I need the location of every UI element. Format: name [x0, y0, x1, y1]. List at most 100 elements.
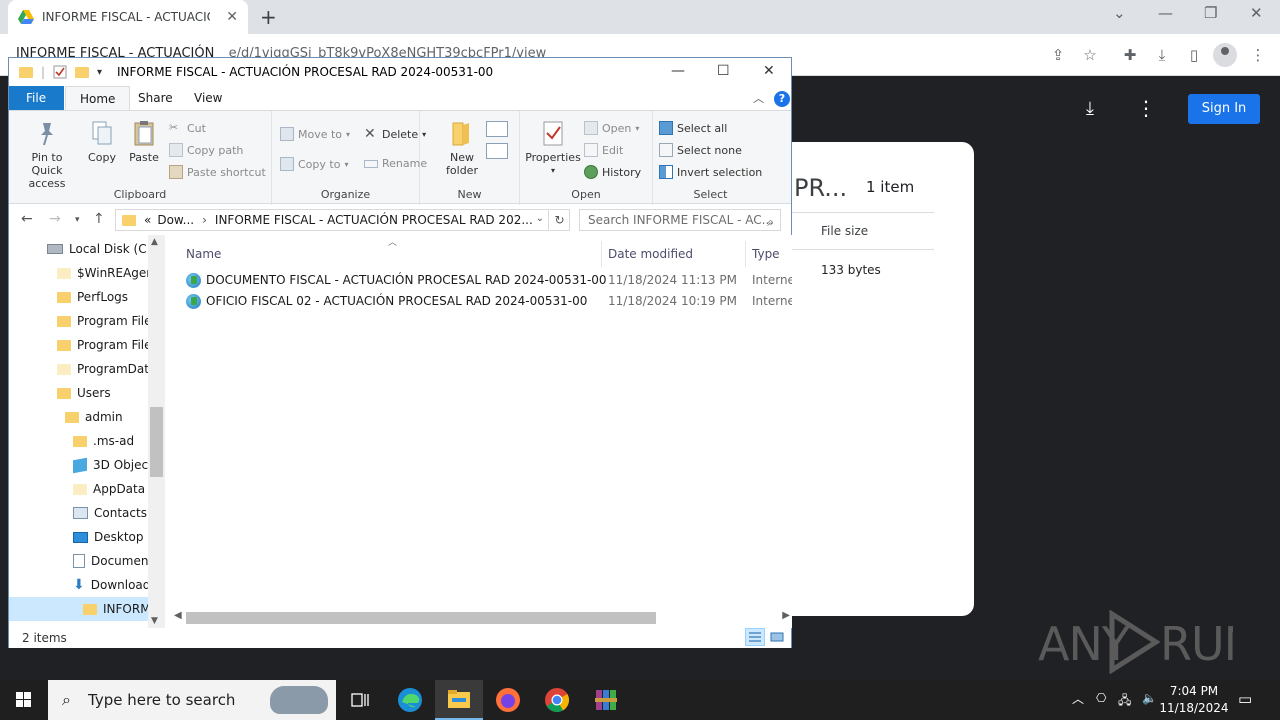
scroll-up-icon[interactable]: ▲ — [151, 237, 158, 247]
bookmark-star-icon[interactable]: ☆ — [1079, 44, 1101, 66]
column-separator[interactable] — [745, 241, 746, 267]
column-header-date-modified[interactable]: Date modified — [608, 247, 693, 261]
drive-download-icon[interactable]: ⤓ — [1086, 98, 1094, 119]
tab-share[interactable]: Share — [124, 86, 187, 110]
horizontal-scrollbar[interactable]: ◀ ▶ — [172, 609, 792, 626]
extensions-icon[interactable]: ✚ — [1119, 44, 1141, 66]
tab-file[interactable]: File — [9, 86, 64, 110]
share-icon[interactable]: ⇪ — [1047, 44, 1069, 66]
paste-shortcut-button[interactable]: Paste shortcut — [169, 165, 266, 179]
forward-arrow-icon[interactable]: → — [49, 211, 61, 227]
tree-item-contacts[interactable]: Contacts — [73, 501, 147, 525]
move-to-button[interactable]: Move to ▾ — [280, 127, 350, 141]
tree-item-ms-ad[interactable]: .ms-ad — [73, 429, 134, 453]
collapse-ribbon-icon[interactable]: ︿ — [753, 90, 764, 106]
new-folder-button[interactable]: New folder — [444, 119, 480, 177]
start-button[interactable] — [0, 680, 48, 720]
show-hidden-icons-icon[interactable]: ︿ — [1072, 690, 1084, 720]
volume-icon[interactable]: 🔈 — [1142, 691, 1157, 720]
browser-tab[interactable]: INFORME FISCAL - ACTUACIÓN ✕ — [8, 0, 248, 34]
copy-to-button[interactable]: Copy to ▾ — [280, 157, 348, 171]
new-tab-icon[interactable]: + — [260, 5, 277, 29]
column-header-type[interactable]: Type — [752, 247, 780, 261]
side-panel-icon[interactable]: ▯ — [1183, 44, 1205, 66]
navigation-pane-scrollbar[interactable]: ▲ ▼ — [148, 235, 165, 628]
rename-button[interactable]: Rename — [364, 157, 427, 170]
column-header-name[interactable]: Name — [186, 247, 221, 261]
up-arrow-icon[interactable]: ↑ — [93, 211, 105, 227]
delete-button[interactable]: ✕ Delete ▾ — [364, 127, 426, 141]
taskbar-search-box[interactable]: ⌕ Type here to search — [48, 680, 336, 720]
paste-button[interactable]: Paste — [127, 119, 161, 164]
taskbar-winrar[interactable] — [582, 680, 630, 720]
task-view-button[interactable] — [336, 680, 384, 720]
breadcrumb-current-folder[interactable]: INFORME FISCAL - ACTUACIÓN PROCESAL RAD … — [215, 213, 533, 227]
address-dropdown-icon[interactable]: ⌄ — [536, 213, 544, 224]
tab-search-icon[interactable]: ⌄ — [1113, 4, 1126, 22]
tree-item-appdata[interactable]: AppData — [73, 477, 145, 501]
tab-view[interactable]: View — [180, 86, 236, 110]
tree-item-program-files-x86[interactable]: Program Files — [57, 333, 158, 357]
search-input[interactable]: Search INFORME FISCAL - AC... ⌕ — [579, 209, 781, 231]
history-button[interactable]: History — [584, 165, 641, 179]
close-icon[interactable]: ✕ — [763, 63, 775, 79]
tree-item-desktop[interactable]: Desktop — [73, 525, 144, 549]
easy-access-icon[interactable] — [486, 143, 508, 159]
file-row[interactable]: DOCUMENTO FISCAL - ACTUACIÓN PROCESAL RA… — [182, 270, 792, 291]
breadcrumb-chevron-icon[interactable]: › — [202, 213, 207, 227]
taskbar-clock[interactable]: 7:04 PM 11/18/2024 — [1158, 683, 1230, 717]
tree-item-users[interactable]: Users — [57, 381, 111, 405]
recent-locations-icon[interactable]: ▾ — [75, 215, 80, 225]
tree-item-program-files[interactable]: Program Files — [57, 309, 158, 333]
copy-button[interactable]: Copy — [85, 119, 119, 164]
maximize-icon[interactable]: ☐ — [717, 63, 730, 79]
navigation-pane[interactable]: Local Disk (C:) $WinREAgent PerfLogs Pro… — [9, 235, 165, 628]
help-icon[interactable]: ? — [774, 91, 790, 107]
tree-item-downloads[interactable]: ⬇ Downloads — [73, 573, 157, 597]
tree-item-documents[interactable]: Documents — [73, 549, 159, 573]
tab-home[interactable]: Home — [65, 86, 131, 110]
details-view-icon[interactable] — [745, 628, 765, 646]
tree-item-informe-fiscal[interactable]: INFORM — [9, 597, 165, 621]
address-bar[interactable]: « Dow... › INFORME FISCAL - ACTUACIÓN PR… — [115, 209, 549, 231]
tree-item-admin[interactable]: admin — [65, 405, 123, 429]
taskbar-edge[interactable] — [386, 680, 434, 720]
tree-item-winreagent[interactable]: $WinREAgent — [57, 261, 159, 285]
minimize-icon[interactable]: — — [671, 63, 685, 79]
scroll-down-icon[interactable]: ▼ — [151, 616, 158, 626]
column-separator[interactable] — [601, 241, 602, 267]
breadcrumb-downloads[interactable]: Dow... — [157, 213, 194, 227]
file-list[interactable]: ︿ Name Date modified Type DOCUMENTO FISC… — [166, 235, 792, 628]
profile-avatar[interactable] — [1213, 43, 1237, 67]
edit-button[interactable]: Edit — [584, 143, 623, 157]
scroll-right-icon[interactable]: ▶ — [782, 610, 790, 621]
downloads-icon[interactable]: ⤓ — [1151, 44, 1173, 66]
customize-qat-icon[interactable]: ▾ — [97, 67, 102, 78]
select-all-button[interactable]: Select all — [659, 121, 727, 135]
cut-button[interactable]: ✂ Cut — [169, 121, 206, 135]
tree-item-local-disk[interactable]: Local Disk (C:) — [47, 237, 155, 261]
column-file-size[interactable]: File size — [821, 224, 868, 238]
chrome-menu-icon[interactable]: ⋮ — [1247, 44, 1269, 66]
invert-selection-button[interactable]: Invert selection — [659, 165, 762, 179]
open-button[interactable]: Open ▾ — [584, 121, 639, 135]
minimize-icon[interactable]: — — [1158, 4, 1173, 22]
pin-quick-access-button[interactable]: Pin to Quick access — [15, 119, 79, 190]
properties-check-icon[interactable] — [53, 65, 67, 79]
sign-in-button[interactable]: Sign In — [1188, 94, 1260, 124]
tree-item-programdata[interactable]: ProgramData — [57, 357, 156, 381]
scroll-left-icon[interactable]: ◀ — [174, 610, 182, 621]
copy-path-button[interactable]: Copy path — [169, 143, 243, 157]
taskbar-file-explorer[interactable] — [435, 680, 483, 720]
notification-center-icon[interactable]: ▭ — [1238, 690, 1252, 720]
properties-button[interactable]: Properties ▾ — [524, 119, 582, 177]
tree-item-3d-objects[interactable]: 3D Objects — [73, 453, 159, 477]
tray-app-icon[interactable]: ⎔ — [1096, 691, 1106, 720]
drive-more-icon[interactable]: ⋮ — [1136, 96, 1156, 120]
close-window-icon[interactable]: ✕ — [1250, 4, 1263, 22]
file-row[interactable]: OFICIO FISCAL 02 - ACTUACIÓN PROCESAL RA… — [182, 291, 792, 312]
new-folder-icon[interactable] — [75, 66, 90, 78]
taskbar-chrome[interactable] — [533, 680, 581, 720]
scrollbar-thumb[interactable] — [186, 612, 656, 624]
network-icon[interactable]: 🖧 — [1118, 691, 1131, 720]
